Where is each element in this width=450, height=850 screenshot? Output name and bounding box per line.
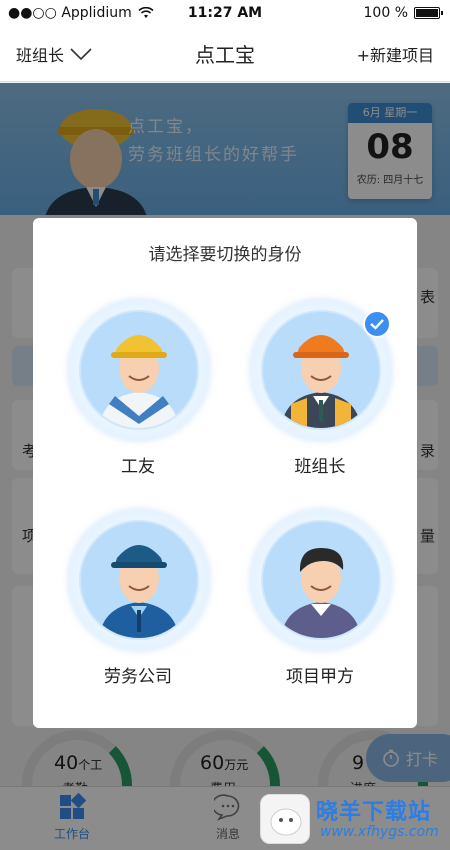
- role-label: 劳务公司: [104, 667, 172, 687]
- watermark-title: 晓羊下载站: [316, 800, 432, 825]
- avatar-ring: [69, 510, 209, 650]
- dialog-title: 请选择要切换的身份: [148, 245, 302, 265]
- project-owner-avatar: [263, 522, 379, 638]
- role-label: 项目甲方: [286, 667, 354, 687]
- worker-avatar: [81, 312, 197, 428]
- role-option-labor-company[interactable]: 劳务公司: [63, 510, 213, 710]
- battery-label: 100 %: [363, 5, 408, 21]
- battery-icon: [414, 7, 443, 19]
- role-switch-dialog: 请选择要切换的身份 工友 班组长 劳务公司 项目甲方: [33, 218, 417, 728]
- status-bar: ●●○○ Applidium 11:27 AM 100 %: [0, 0, 450, 26]
- role-option-project-owner[interactable]: 项目甲方: [245, 510, 395, 710]
- avatar-ring: [69, 300, 209, 440]
- watermark-url: www.xfhygs.com: [320, 824, 439, 840]
- new-project-button[interactable]: +新建项目: [357, 42, 434, 66]
- battery-area: 100 %: [363, 5, 443, 21]
- role-option-team-leader[interactable]: 班组长: [245, 300, 395, 500]
- nav-bar: 班组长 点工宝 +新建项目: [0, 26, 450, 82]
- role-label: 班组长: [294, 457, 346, 477]
- project-owner-avatar-illustration: [281, 548, 361, 638]
- role-label: 工友: [121, 457, 155, 477]
- site-watermark: 晓羊下载站 www.xfhygs.com: [258, 792, 450, 848]
- team-leader-avatar-illustration: [281, 335, 361, 428]
- watermark-logo: [260, 794, 310, 844]
- labor-company-avatar: [81, 522, 197, 638]
- worker-avatar-illustration: [99, 335, 179, 428]
- selected-check-icon: [363, 310, 391, 338]
- avatar-ring: [251, 510, 391, 650]
- team-leader-avatar: [263, 312, 379, 428]
- role-option-worker[interactable]: 工友: [63, 300, 213, 500]
- labor-company-avatar-illustration: [99, 545, 179, 638]
